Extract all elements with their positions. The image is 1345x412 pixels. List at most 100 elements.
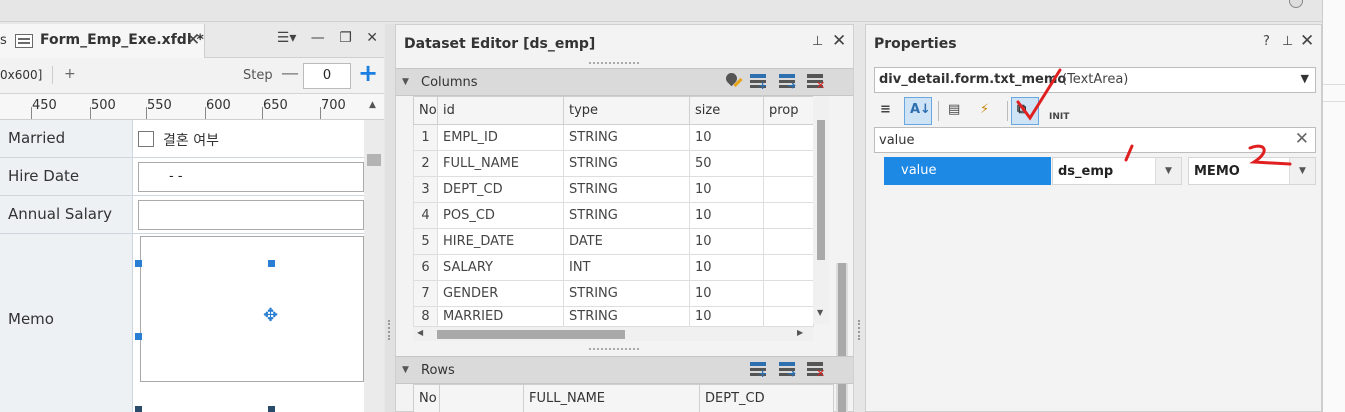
dropdown-arrow-icon[interactable]: ▼ bbox=[1155, 158, 1181, 184]
events-button[interactable]: ⚡ bbox=[974, 97, 1002, 125]
column-type-cell[interactable]: STRING bbox=[563, 306, 690, 327]
init-button[interactable]: INIT bbox=[1043, 97, 1071, 125]
columns-horizontal-scrollbar[interactable]: ◀ ▶ bbox=[413, 327, 813, 341]
column-header[interactable]: size bbox=[689, 96, 764, 125]
resize-handle[interactable] bbox=[268, 406, 275, 412]
canvas-scroll-thumb[interactable] bbox=[367, 154, 381, 166]
add-size-button[interactable]: + bbox=[64, 66, 76, 82]
left-splitter[interactable] bbox=[385, 24, 395, 412]
row-header[interactable]: FULL_NAME bbox=[523, 384, 700, 412]
clear-search-icon[interactable]: ✕ bbox=[1295, 129, 1309, 149]
scroll-right-icon[interactable]: ▶ bbox=[797, 328, 803, 337]
column-type-cell[interactable]: DATE bbox=[563, 228, 690, 255]
delete-row-icon[interactable]: ✕ bbox=[806, 360, 826, 380]
table-row[interactable]: 3 DEPT_CD STRING 10 bbox=[413, 176, 814, 203]
close-icon[interactable]: ✕ bbox=[366, 30, 378, 46]
column-select[interactable]: MEMO ▼ bbox=[1188, 157, 1316, 185]
scroll-down-icon[interactable]: ▼ bbox=[817, 308, 823, 317]
close-icon[interactable]: ✕ bbox=[832, 31, 846, 51]
annual-salary-field[interactable] bbox=[138, 200, 364, 230]
column-size-cell[interactable]: 10 bbox=[689, 254, 764, 281]
object-selector[interactable]: div_detail.form.txt_memo (TextArea) ▼ bbox=[874, 67, 1316, 93]
column-size-cell[interactable]: 50 bbox=[689, 150, 764, 177]
column-prop-cell[interactable] bbox=[763, 228, 814, 255]
step-input[interactable]: 0 bbox=[303, 63, 351, 89]
column-header[interactable]: type bbox=[563, 96, 690, 125]
table-row[interactable]: 7 GENDER STRING 10 bbox=[413, 280, 814, 307]
scroll-left-icon[interactable]: ◀ bbox=[417, 328, 423, 337]
delete-column-icon[interactable]: ✕ bbox=[806, 72, 826, 92]
rows-section-header[interactable]: ▼ Rows + ➜ ✕ bbox=[396, 356, 853, 384]
column-size-cell[interactable]: 10 bbox=[689, 228, 764, 255]
add-column-icon[interactable]: + bbox=[749, 72, 769, 92]
collapse-icon[interactable]: ▼ bbox=[402, 77, 409, 87]
move-icon[interactable]: ✥ bbox=[263, 305, 278, 326]
column-type-cell[interactable]: STRING bbox=[563, 202, 690, 229]
splitter-grip[interactable] bbox=[589, 62, 639, 66]
scroll-thumb[interactable] bbox=[817, 120, 825, 260]
column-size-cell[interactable]: 10 bbox=[689, 202, 764, 229]
column-type-cell[interactable]: STRING bbox=[563, 280, 690, 307]
column-id-cell[interactable]: FULL_NAME bbox=[437, 150, 564, 177]
table-row[interactable]: 8 MARRIED STRING 10 bbox=[413, 306, 814, 327]
column-prop-cell[interactable] bbox=[763, 280, 814, 307]
property-row-value[interactable]: value ds_emp ▼ MEMO ▼ bbox=[884, 157, 1316, 185]
step-increase-button[interactable]: + bbox=[358, 59, 378, 87]
memo-textarea-selected[interactable] bbox=[140, 236, 364, 382]
column-size-cell[interactable]: 10 bbox=[689, 280, 764, 307]
collapse-icon[interactable]: ▼ bbox=[402, 365, 409, 375]
alphabetical-view-button[interactable]: A↓ bbox=[904, 97, 932, 125]
minimize-icon[interactable]: — bbox=[311, 30, 325, 46]
table-row[interactable]: 5 HIRE_DATE DATE 10 bbox=[413, 228, 814, 255]
pin-icon[interactable]: ⊥ bbox=[1282, 34, 1293, 49]
column-prop-cell[interactable] bbox=[763, 254, 814, 281]
columns-grid[interactable]: No id type size prop 1 EMPL_ID STRING 10 2F… bbox=[413, 96, 814, 327]
ruler-scroll-up-icon[interactable]: ▲ bbox=[369, 100, 376, 110]
step-decrease-button[interactable]: — bbox=[281, 63, 299, 84]
splitter-grip[interactable] bbox=[388, 320, 391, 340]
tab-form-emp-exe[interactable]: s Form_Emp_Exe.xfdl * ✕ bbox=[0, 24, 205, 58]
column-type-cell[interactable]: STRING bbox=[563, 150, 690, 177]
dataset-select[interactable]: ds_emp ▼ bbox=[1052, 157, 1182, 185]
pin-icon[interactable]: ⊥ bbox=[812, 34, 823, 49]
column-header[interactable]: id bbox=[437, 96, 564, 125]
column-type-cell[interactable]: STRING bbox=[563, 176, 690, 203]
row-header[interactable]: DEPT_CD bbox=[699, 384, 834, 412]
rows-grid[interactable]: No FULL_NAME DEPT_CD bbox=[413, 384, 834, 412]
help-icon[interactable]: ? bbox=[1263, 34, 1270, 49]
columns-vertical-scrollbar[interactable]: ▼ bbox=[813, 96, 829, 324]
column-id-cell[interactable]: DEPT_CD bbox=[437, 176, 564, 203]
dropdown-arrow-icon[interactable]: ▼ bbox=[1301, 72, 1309, 85]
splitter-grip[interactable] bbox=[858, 320, 861, 340]
form-size-label[interactable]: 0x600] bbox=[0, 68, 42, 82]
column-id-cell[interactable]: HIRE_DATE bbox=[437, 228, 564, 255]
tab-list-icon[interactable]: ☰▾ bbox=[277, 30, 297, 46]
editor-outer-scrollbar[interactable] bbox=[836, 263, 848, 412]
table-row[interactable]: 6 SALARY INT 10 bbox=[413, 254, 814, 281]
splitter-grip[interactable] bbox=[589, 348, 639, 352]
married-checkbox[interactable] bbox=[138, 131, 154, 147]
hire-date-field[interactable]: - - bbox=[138, 162, 364, 192]
dropdown-arrow-icon[interactable]: ▼ bbox=[1289, 158, 1315, 184]
column-id-cell[interactable]: GENDER bbox=[437, 280, 564, 307]
column-header[interactable]: prop bbox=[763, 96, 814, 125]
column-size-cell[interactable]: 10 bbox=[689, 176, 764, 203]
insert-row-icon[interactable]: ➜ bbox=[778, 360, 798, 380]
binding-button[interactable]: ⧉ bbox=[1011, 97, 1039, 125]
column-id-cell[interactable]: POS_CD bbox=[437, 202, 564, 229]
column-id-cell[interactable]: EMPL_ID bbox=[437, 124, 564, 151]
row-header[interactable] bbox=[439, 384, 524, 412]
table-row[interactable]: 4 POS_CD STRING 10 bbox=[413, 202, 814, 229]
column-type-cell[interactable]: STRING bbox=[563, 124, 690, 151]
close-icon[interactable]: ✕ bbox=[1300, 31, 1314, 51]
resize-handle[interactable] bbox=[135, 333, 142, 340]
table-row[interactable]: 1 EMPL_ID STRING 10 bbox=[413, 124, 814, 151]
column-size-cell[interactable]: 10 bbox=[689, 124, 764, 151]
columns-section-header[interactable]: ▼ Columns + ➜ ✕ bbox=[396, 68, 853, 96]
column-id-cell[interactable]: MARRIED bbox=[437, 306, 564, 327]
design-canvas[interactable]: Married 결혼 여부 Hire Date - - Annual Salar… bbox=[0, 120, 364, 412]
resize-handle[interactable] bbox=[268, 260, 275, 267]
column-prop-cell[interactable] bbox=[763, 124, 814, 151]
edit-column-icon[interactable] bbox=[723, 70, 744, 92]
window-close-icon[interactable] bbox=[1289, 0, 1303, 8]
